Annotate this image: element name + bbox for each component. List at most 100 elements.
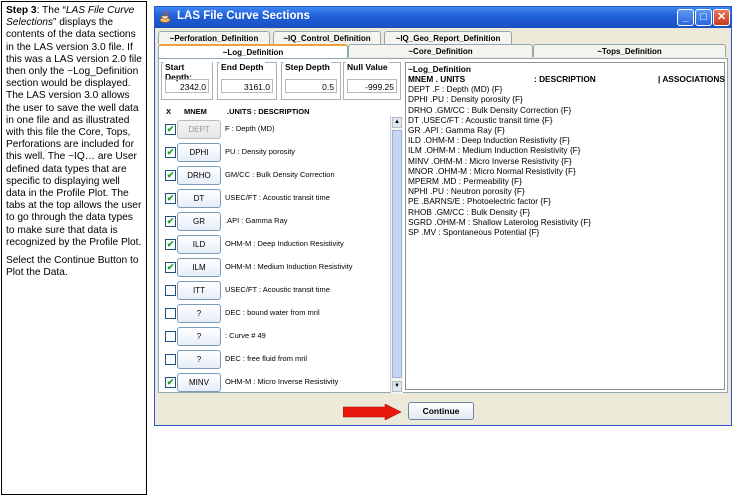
curve-row: ITT USEC/FT : Acoustic transit time — [161, 279, 389, 303]
minimize-button[interactable]: _ — [677, 9, 694, 26]
column-header-units: .UNITS : DESCRIPTION — [227, 107, 310, 116]
curve-row: ✔ DPHI PU : Density porosity — [161, 141, 389, 165]
curve-definition-lines: DEPT .F : Depth (MD) {F} DPHI .PU : Densi… — [408, 84, 722, 237]
end-depth-field[interactable]: 3161.0 — [221, 79, 273, 93]
log-definition-text-area[interactable]: ~Log_Definition MNEM . UNITS : DESCRIPTI… — [405, 62, 725, 390]
curve-checkbox[interactable]: ✔ — [165, 193, 176, 204]
curve-mnem-button[interactable]: ITT — [177, 281, 221, 300]
curve-description: PU : Density porosity — [225, 147, 296, 156]
section-title: ~Log_Definition — [408, 64, 471, 74]
curve-definition-line: DRHO .GM/CC : Bulk Density Correction {F… — [408, 104, 572, 115]
curve-description: .API : Gamma Ray — [225, 216, 288, 225]
null-value-field[interactable]: -999.25 — [347, 79, 397, 93]
curve-row: ✔ DT USEC/FT : Acoustic transit time — [161, 187, 389, 211]
null-value-label: Null Value — [346, 62, 389, 72]
step-label: Step 3 — [6, 5, 37, 16]
curve-definition-line: SGRD .OHM-M : Shallow Laterolog Resistiv… — [408, 216, 592, 227]
curve-mnem-button[interactable]: ILD — [177, 235, 221, 254]
end-depth-label: End Depth — [220, 62, 265, 72]
las-file-curve-sections-window: LAS File Curve Sections _ □ ✕ ~Perforati… — [154, 6, 732, 426]
curve-mnem-button[interactable]: DPHI — [177, 143, 221, 162]
instruction-paragraph: Step 3: The “LAS File Curve Selections” … — [6, 5, 142, 249]
curve-row: ✔ ILD OHM-M : Deep Induction Resistivity — [161, 233, 389, 257]
curve-definition-line: ILM .OHM-M : Medium Induction Resistivit… — [408, 145, 581, 156]
curve-checkbox[interactable]: ✔ — [165, 216, 176, 227]
scroll-up-icon[interactable]: ▲ — [392, 117, 402, 128]
curve-checkbox[interactable] — [165, 308, 176, 319]
tab-label: ~Tops_Definition — [597, 47, 662, 56]
curve-row: ✔ ILM OHM-M : Medium Induction Resistivity — [161, 256, 389, 280]
step-depth-field[interactable]: 0.5 — [285, 79, 337, 93]
curve-definition-line: PE .BARNS/E : Photoelectric factor {F} — [408, 196, 551, 207]
curve-description: OHM-M : Micro Inverse Resistivity — [225, 377, 339, 386]
continue-button[interactable]: Continue — [408, 402, 474, 420]
step-depth-group: Step Depth 0.5 — [281, 62, 341, 100]
curve-mnem-button[interactable]: MINV — [177, 373, 221, 392]
curve-checkbox[interactable]: ✔ — [165, 147, 176, 158]
tab-row-1: ~Perforation_Definition ~IQ_Control_Defi… — [158, 31, 728, 45]
curve-definition-line: ILD .OHM-M : Deep Induction Resistivity … — [408, 135, 570, 146]
curve-description: USEC/FT : Acoustic transit time — [225, 193, 330, 202]
curve-checkbox[interactable]: ✔ — [165, 124, 176, 135]
curve-definition-line: MNOR .OHM-M : Micro Normal Resistivity {… — [408, 165, 576, 176]
java-cup-icon — [159, 10, 171, 23]
tab-label: ~Perforation_Definition — [169, 34, 259, 43]
curve-description: DEC : free fluid from mril — [225, 354, 308, 363]
close-button[interactable]: ✕ — [713, 9, 730, 26]
column-header-mnem: MNEM — [184, 107, 207, 116]
tab-log-definition[interactable]: ~Log_Definition — [158, 44, 348, 59]
curve-row: ✔ MINV OHM-M : Micro Inverse Resistivity — [161, 371, 389, 394]
tab-core-definition[interactable]: ~Core_Definition — [348, 44, 533, 57]
header-mnem: MNEM . UNITS — [408, 74, 466, 85]
tab-perforation-definition[interactable]: ~Perforation_Definition — [158, 31, 270, 44]
curve-definition-line: MINV .OHM-M : Micro Inverse Resistivity … — [408, 155, 572, 166]
curve-mnem-button[interactable]: DRHO — [177, 166, 221, 185]
curve-description: DEC : bound water from mril — [225, 308, 320, 317]
curve-mnem-button[interactable]: GR — [177, 212, 221, 231]
tab-iq-control-definition[interactable]: ~IQ_Control_Definition — [273, 31, 381, 44]
instruction-text: : The “ — [36, 5, 66, 16]
curve-checkbox[interactable]: ✔ — [165, 239, 176, 250]
tab-tops-definition[interactable]: ~Tops_Definition — [533, 44, 726, 57]
curve-checkbox[interactable]: ✔ — [165, 170, 176, 181]
curve-list-scrollbar[interactable]: ▲ ▼ — [390, 116, 403, 394]
curve-checkbox[interactable]: ✔ — [165, 377, 176, 388]
curve-definition-line: DPHI .PU : Density porosity {F} — [408, 94, 523, 105]
minimize-icon: _ — [682, 11, 689, 23]
curve-mnem-button[interactable]: DEPT — [177, 120, 221, 139]
curve-checkbox[interactable] — [165, 285, 176, 296]
maximize-button[interactable]: □ — [695, 9, 712, 26]
curve-mnem-button[interactable]: ILM — [177, 258, 221, 277]
null-value-group: Null Value -999.25 — [343, 62, 401, 100]
tab-label: ~IQ_Geo_Report_Definition — [395, 34, 501, 43]
curve-description: GM/CC : Bulk Density Correction — [225, 170, 335, 179]
instruction-text: ” displays the contents of the data sect… — [6, 17, 142, 248]
curve-definition-line: DEPT .F : Depth (MD) {F} — [408, 84, 503, 95]
start-depth-group: Start Depth: 2342.0 — [161, 62, 213, 100]
start-depth-field[interactable]: 2342.0 — [165, 79, 209, 93]
tab-row-2: ~Log_Definition ~Core_Definition ~Tops_D… — [158, 44, 728, 59]
right-arrow-icon — [343, 404, 402, 420]
curve-mnem-button[interactable]: ? — [177, 327, 221, 346]
scroll-down-icon[interactable]: ▼ — [392, 381, 402, 392]
curve-mnem-button[interactable]: ? — [177, 304, 221, 323]
curve-mnem-button[interactable]: ? — [177, 350, 221, 369]
scroll-thumb[interactable] — [392, 130, 402, 378]
curve-definition-line: DT .USEC/FT : Acoustic transit time {F} — [408, 114, 553, 125]
curve-checkbox[interactable] — [165, 354, 176, 365]
window-title: LAS File Curve Sections — [177, 10, 310, 22]
step-depth-label: Step Depth — [284, 62, 331, 72]
curve-row: ?: Curve # 49 — [161, 325, 389, 349]
curve-row: ? DEC : bound water from mril — [161, 302, 389, 326]
curve-checkbox[interactable] — [165, 331, 176, 342]
curve-definition-line: SP .MV : Spontaneous Potential {F} — [408, 227, 540, 238]
curve-definition-line: GR .API : Gamma Ray {F} — [408, 125, 505, 136]
curve-mnem-button[interactable]: DT — [177, 189, 221, 208]
curve-row: ✔ DEPT F : Depth (MD) — [161, 118, 389, 142]
title-bar[interactable]: LAS File Curve Sections _ □ ✕ — [155, 7, 731, 28]
curve-checkbox[interactable]: ✔ — [165, 262, 176, 273]
instruction-paragraph-continue: Select the Continue Button to Plot the D… — [6, 255, 139, 279]
tab-iq-geo-report-definition[interactable]: ~IQ_Geo_Report_Definition — [384, 31, 512, 44]
curve-definition-line: RHOB .GM/CC : Bulk Density {F} — [408, 206, 531, 217]
curve-description: OHM-M : Deep Induction Resistivity — [225, 239, 344, 248]
